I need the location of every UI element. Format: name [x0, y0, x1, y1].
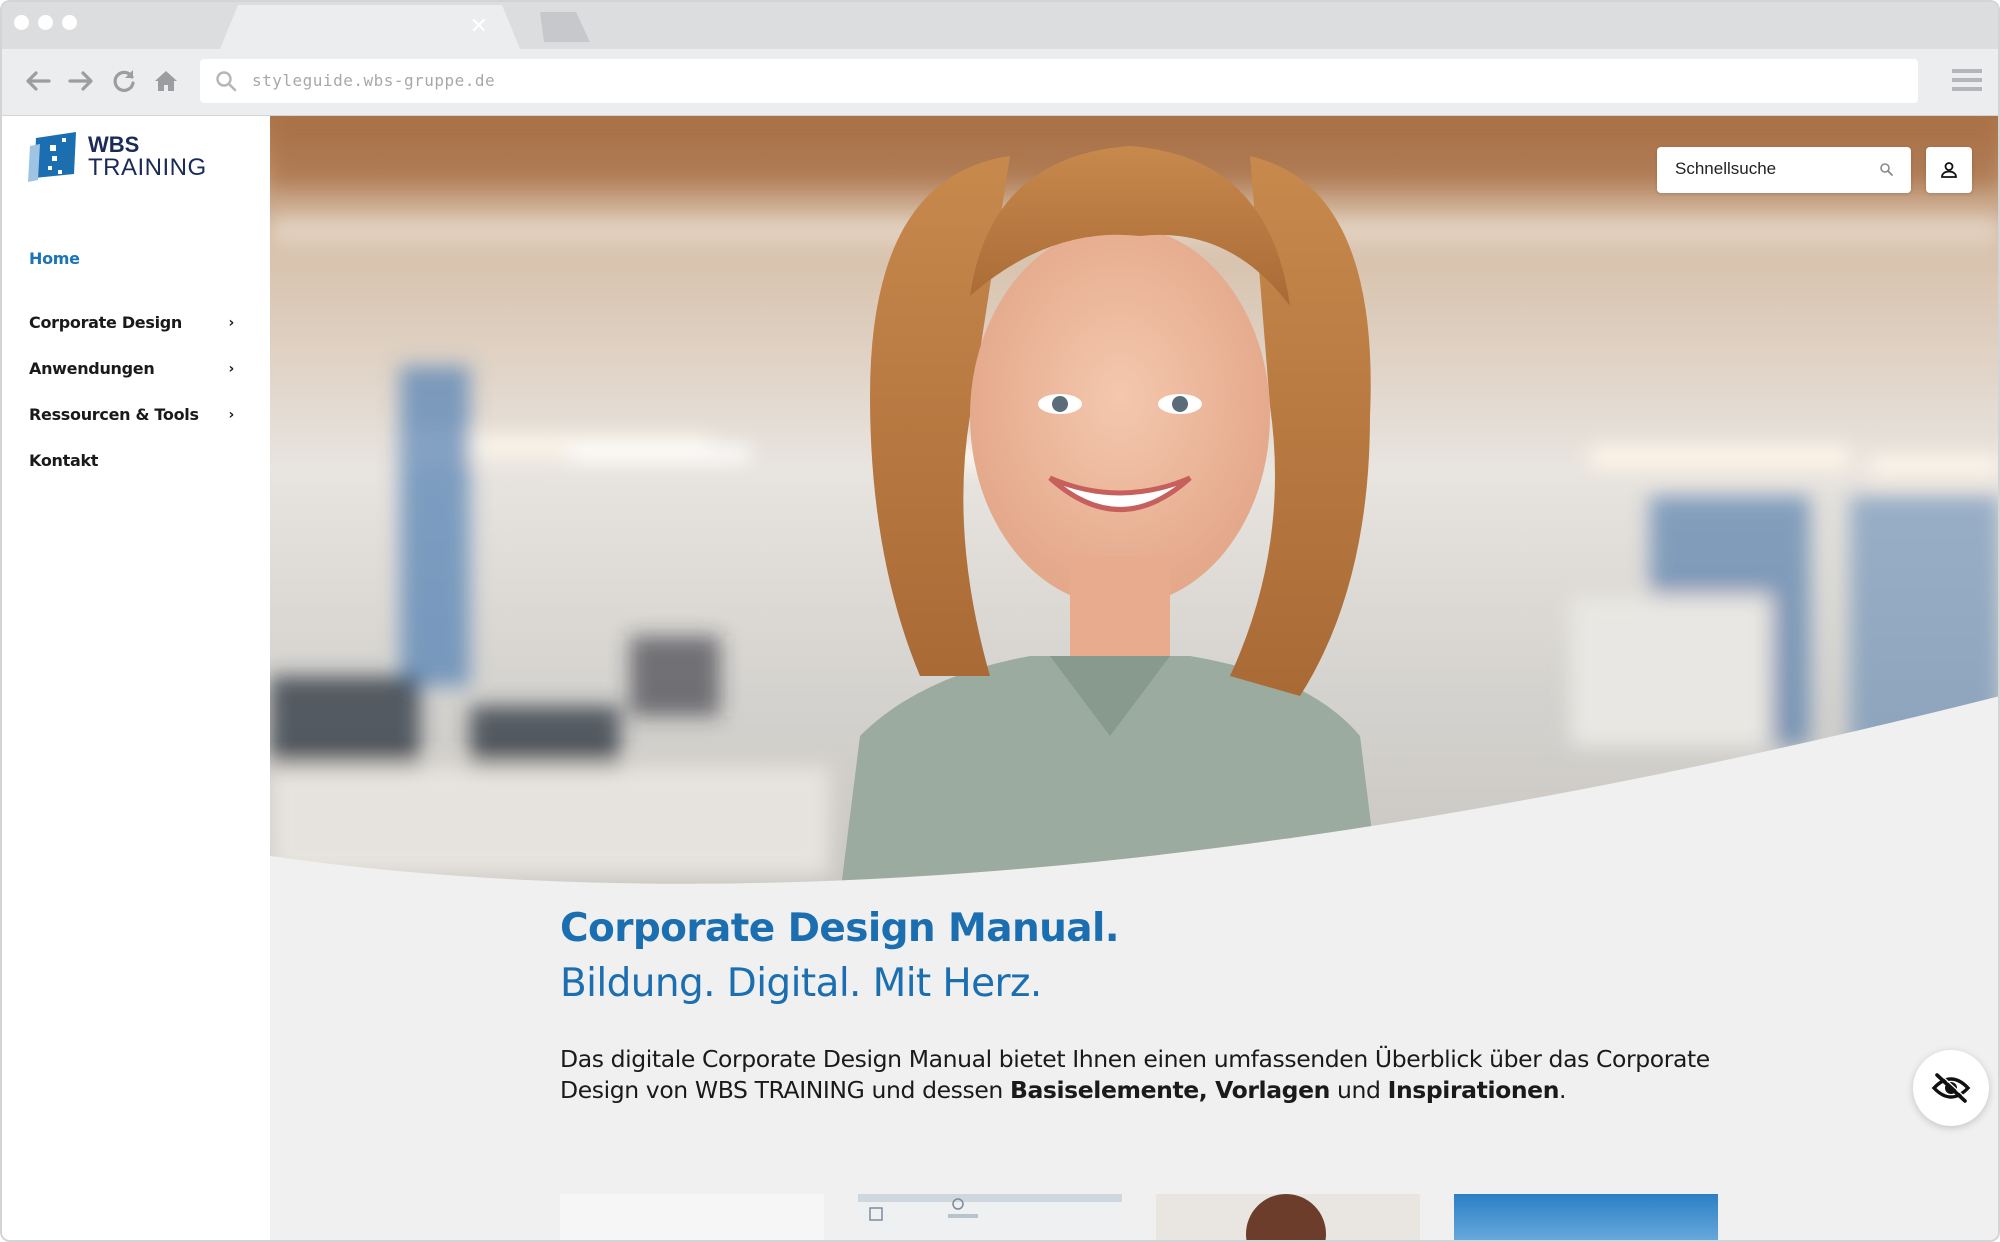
intro-section: Corporate Design Manual. Bildung. Digita… [560, 906, 1760, 1106]
back-button[interactable] [22, 65, 54, 97]
tab-close-icon[interactable]: ✕ [470, 14, 488, 39]
chevron-right-icon: › [228, 315, 235, 331]
intro-paragraph: Das digitale Corporate Design Manual bie… [560, 1044, 1740, 1106]
browser-toolbar: styleguide.wbs-gruppe.de [2, 49, 1998, 116]
search-icon [1880, 163, 1893, 176]
main-content: Schnellsuche Corporate Design Manual. Bi… [270, 116, 1998, 1240]
new-tab-button[interactable] [530, 12, 590, 42]
chevron-right-icon: › [228, 407, 235, 423]
teaser-card[interactable] [1454, 1194, 1718, 1240]
arrow-right-icon [68, 71, 93, 91]
sidebar-item-label: Corporate Design [29, 313, 183, 332]
page-subtitle: Bildung. Digital. Mit Herz. [560, 961, 1042, 1006]
reload-button[interactable] [108, 65, 140, 97]
intro-bold-2: Inspirationen [1387, 1076, 1560, 1104]
chevron-right-icon: › [228, 361, 235, 377]
close-window-dot[interactable] [14, 15, 29, 30]
browser-window: ✕ styleguide.wbs-gruppe.de WBS TRAINING … [0, 0, 2000, 1242]
tab-bar: ✕ [2, 2, 1998, 49]
intro-text-3: . [1559, 1076, 1567, 1104]
sidebar-item-ressourcen-tools[interactable]: Ressourcen & Tools › [2, 392, 270, 438]
card-thumbnail [858, 1194, 1122, 1240]
url-text[interactable]: styleguide.wbs-gruppe.de [252, 71, 495, 90]
wbs-logo-mark [28, 132, 76, 182]
teaser-card[interactable] [560, 1194, 824, 1240]
logo-line-2: TRAINING [88, 154, 207, 181]
sidebar-item-home[interactable]: Home [2, 236, 270, 282]
eye-slash-icon [1931, 1072, 1971, 1103]
logo-wordmark: WBS TRAINING [88, 132, 207, 181]
teaser-card[interactable] [858, 1194, 1122, 1240]
sidebar-item-anwendungen[interactable]: Anwendungen › [2, 346, 270, 392]
card-row [560, 1194, 1718, 1240]
search-placeholder: Schnellsuche [1675, 159, 1777, 178]
home-button[interactable] [150, 65, 182, 97]
page-title: Corporate Design Manual. [560, 906, 1120, 951]
user-account-button[interactable] [1926, 147, 1972, 193]
forward-button[interactable] [65, 65, 97, 97]
teaser-card[interactable] [1156, 1194, 1420, 1240]
sidebar-nav: Home Corporate Design › Anwendungen › Re… [2, 236, 270, 484]
sidebar-item-label: Home [29, 249, 80, 268]
sidebar-item-kontakt[interactable]: Kontakt [2, 438, 270, 484]
address-bar[interactable]: styleguide.wbs-gruppe.de [200, 59, 1918, 103]
minimize-window-dot[interactable] [38, 15, 53, 30]
quick-search-input[interactable]: Schnellsuche [1657, 147, 1911, 193]
hero-image [270, 116, 1998, 896]
logo-line-1: WBS [88, 132, 140, 157]
reload-icon [113, 70, 135, 92]
search-icon [216, 71, 237, 92]
window-controls [14, 15, 77, 30]
sidebar-item-label: Ressourcen & Tools [29, 405, 199, 424]
sidebar-item-corporate-design[interactable]: Corporate Design › [2, 300, 270, 346]
sidebar-item-label: Kontakt [29, 451, 99, 470]
browser-menu-button[interactable] [1952, 67, 1982, 97]
intro-text-2: und [1329, 1076, 1388, 1104]
home-icon [155, 71, 177, 91]
hero-photo [270, 116, 1998, 896]
web-page: WBS TRAINING Home Corporate Design › Anw… [2, 116, 1998, 1240]
wbs-logo[interactable]: WBS TRAINING [28, 130, 207, 182]
intro-bold-1: Basiselemente, Vorlagen [1009, 1076, 1330, 1104]
sidebar: WBS TRAINING Home Corporate Design › Anw… [2, 116, 270, 1240]
browser-tab[interactable]: ✕ [220, 5, 520, 49]
card-thumbnail [1156, 1194, 1420, 1240]
user-icon [1941, 162, 1957, 178]
arrow-left-icon [26, 71, 51, 91]
hamburger-icon [1952, 69, 1982, 91]
sidebar-item-label: Anwendungen [29, 359, 155, 378]
accessibility-toggle-button[interactable] [1913, 1050, 1989, 1126]
maximize-window-dot[interactable] [62, 15, 77, 30]
